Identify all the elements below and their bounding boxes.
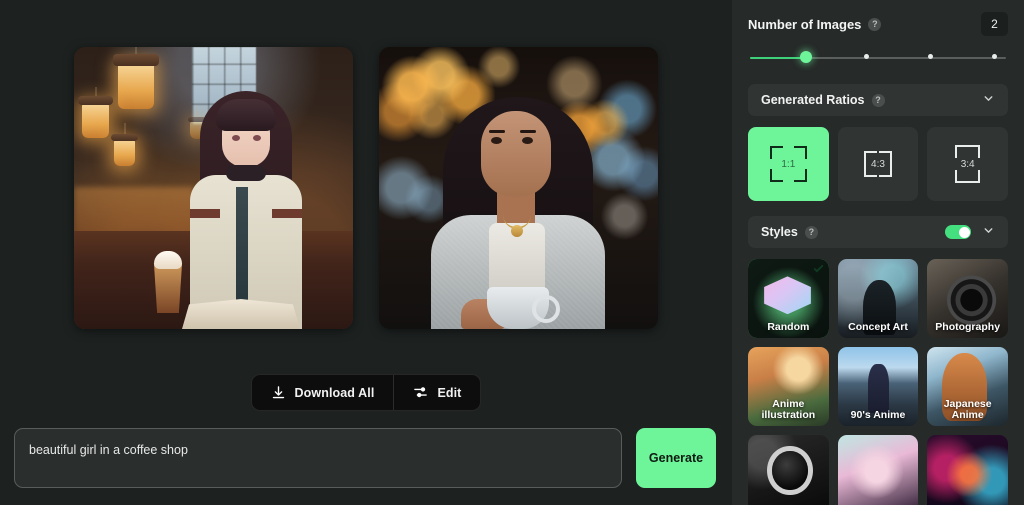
download-all-button[interactable]: Download All [252,375,394,410]
anime-girl-figure [186,91,306,329]
ratio-label: 4:3 [871,158,885,170]
iced-latte-decor [152,251,184,313]
chevron-down-icon[interactable] [982,224,995,240]
edit-button[interactable]: Edit [393,375,480,410]
settings-panel: Number of Images ? 2 Generated Ratios ? [732,0,1024,505]
artwork-photo-cafe [379,47,658,329]
style-card-90s-anime[interactable]: 90's Anime [837,347,919,426]
canvas-area: Download All Edit Generate [0,0,732,505]
style-label: Concept Art [848,321,908,334]
slider-tick [864,54,869,59]
style-card-anime-illustration[interactable]: Anime illustration [748,347,829,426]
styles-label-group: Styles ? [761,225,818,239]
photo-girl-figure [425,97,611,329]
style-card-pastel-portrait[interactable] [837,435,919,505]
style-label: Random [767,321,810,334]
generated-ratios-label: Generated Ratios [761,93,865,107]
ratio-option-3-4[interactable]: 3:4 [927,127,1009,201]
check-icon [812,262,825,275]
image-generator-app: Download All Edit Generate [0,0,1024,505]
ratio-label: 3:4 [960,158,975,170]
action-button-group: Download All Edit [250,374,482,411]
style-card-photography[interactable]: Photography [927,259,1008,338]
number-of-images-value: 2 [981,12,1008,36]
generated-image-2[interactable] [379,47,658,329]
download-all-label: Download All [294,385,375,400]
generate-button[interactable]: Generate [636,428,716,488]
style-card-japanese-anime[interactable]: Japanese Anime [927,347,1008,426]
style-label: 90's Anime [850,409,906,422]
slider-tick [928,54,933,59]
style-thumbnail [837,435,919,505]
ratio-option-4-3[interactable]: 4:3 [837,127,919,201]
chevron-down-icon[interactable] [982,92,995,108]
result-actions: Download All Edit [0,374,732,411]
lantern-icon [78,96,113,138]
lantern-icon [112,53,160,109]
help-icon[interactable]: ? [871,93,885,107]
ratio-label: 1:1 [781,158,796,170]
style-card-concept-art[interactable]: Concept Art [837,259,919,338]
style-thumbnail [927,435,1008,505]
style-label: Japanese Anime [943,397,992,422]
ratio-options: 1:1 4:3 3:4 [748,127,1009,201]
styles-grid: Random Concept Art Photography Anime ill… [748,259,1008,505]
styles-section-header[interactable]: Styles ? [748,216,1008,248]
prompt-bar: Generate [14,428,716,488]
number-of-images-label: Number of Images [748,16,862,32]
number-of-images-slider[interactable] [748,47,1008,69]
help-icon[interactable]: ? [804,225,818,239]
generated-ratios-label-group: Generated Ratios ? [761,93,885,107]
edit-label: Edit [437,385,462,400]
slider-track-fill [750,57,806,59]
style-thumbnail [748,435,829,505]
download-icon [271,385,286,400]
style-card-neon-portrait[interactable] [927,435,1008,505]
number-of-images-label-group: Number of Images ? [748,16,882,32]
styles-toggle[interactable] [945,225,971,239]
generated-ratios-section-header[interactable]: Generated Ratios ? [748,84,1008,116]
styles-controls [945,224,995,240]
style-label: Photography [935,321,1001,334]
slider-thumb[interactable] [800,51,812,63]
open-book-decor [182,299,300,329]
style-card-random[interactable]: Random [748,259,829,338]
number-of-images-header: Number of Images ? 2 [748,12,1008,36]
ratio-option-1-1[interactable]: 1:1 [748,127,829,201]
artwork-anime-cafe [74,47,353,329]
style-label: Anime illustration [761,397,816,422]
styles-label: Styles [761,225,798,239]
generated-image-1[interactable] [74,47,353,329]
lantern-icon [111,133,138,166]
style-card-astronaut[interactable] [748,435,829,505]
sliders-icon [413,385,428,400]
slider-tick [992,54,997,59]
prompt-input[interactable] [14,428,622,488]
help-icon[interactable]: ? [868,17,882,31]
results-grid [0,47,732,329]
